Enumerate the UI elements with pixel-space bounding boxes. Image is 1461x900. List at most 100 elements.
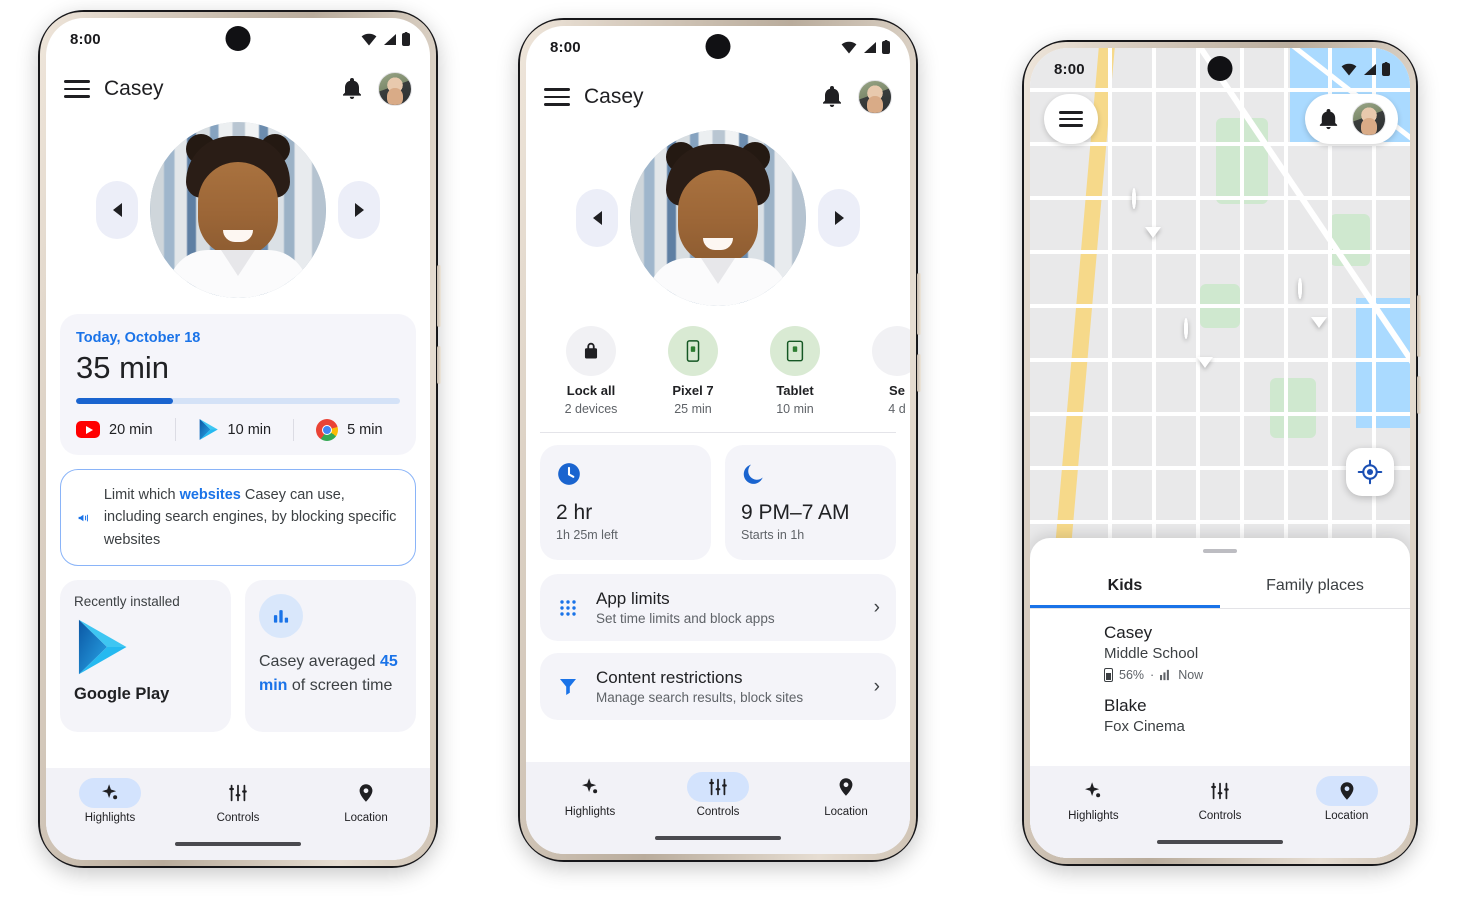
average-screen-time-card[interactable]: Casey averaged 45 min of screen time — [245, 580, 416, 733]
app-usage-list: 20 min 10 min 5 min — [76, 418, 400, 441]
device-sub: 2 devices — [564, 402, 618, 416]
location-pin-icon — [359, 784, 373, 802]
status-icons — [361, 32, 410, 46]
notification-bell-icon[interactable] — [1317, 108, 1340, 131]
device-name: Se — [889, 383, 905, 398]
avatar[interactable] — [858, 80, 892, 114]
divider — [540, 432, 896, 433]
signal-icon — [384, 33, 396, 45]
nav-pill — [559, 772, 621, 802]
lock-icon — [566, 326, 616, 376]
nav-item-controls[interactable]: Controls — [174, 778, 302, 824]
notification-bell-icon[interactable] — [340, 77, 364, 101]
device-partial[interactable]: Se 4 d — [846, 326, 910, 416]
map-pin-blake[interactable] — [1132, 188, 1174, 238]
app-usage-youtube: 20 min — [76, 421, 153, 438]
phone-2-screen: 8:00 Casey Lock all 2 devices Pixel 7 25… — [526, 26, 910, 854]
map-pin-casey[interactable] — [1184, 318, 1226, 368]
recently-installed-card[interactable]: Recently installed Google Play — [60, 580, 231, 733]
sheet-drag-handle[interactable] — [1203, 549, 1237, 553]
map-actions — [1305, 94, 1398, 144]
wifi-icon — [361, 33, 377, 45]
recently-installed-app-name: Google Play — [74, 685, 170, 704]
nav-item-location[interactable]: Location — [782, 772, 910, 818]
row-content-restrictions[interactable]: Content restrictions Manage search resul… — [540, 653, 896, 720]
tablet-device-icon — [770, 326, 820, 376]
bottom-nav: Highlights Controls Location — [1030, 766, 1410, 858]
avatar[interactable] — [1352, 102, 1386, 136]
google-play-icon — [78, 620, 127, 675]
sparkle-icon — [102, 784, 118, 800]
carousel-prev-button[interactable] — [96, 181, 138, 239]
filter-icon — [560, 678, 576, 695]
menu-icon[interactable] — [64, 80, 90, 98]
phone-2-controls: 8:00 Casey Lock all 2 devices Pixel 7 25… — [518, 18, 921, 862]
phone-1-highlights: 8:00 Casey Today, October 18 35 min 20 m… — [38, 10, 441, 868]
park-area — [1330, 214, 1370, 266]
nav-item-highlights[interactable]: Highlights — [1030, 776, 1157, 822]
carousel-prev-button[interactable] — [576, 189, 618, 247]
nav-pill — [78, 778, 141, 808]
nav-item-location[interactable]: Location — [302, 778, 430, 824]
child-avatar-casey[interactable] — [150, 122, 326, 298]
app-usage-time: 5 min — [347, 421, 383, 438]
nav-item-highlights[interactable]: Highlights — [526, 772, 654, 818]
nav-label: Highlights — [84, 812, 136, 824]
clock-icon — [558, 463, 580, 485]
nav-item-location[interactable]: Location — [1283, 776, 1410, 822]
nav-pill — [335, 778, 397, 808]
list-item-casey[interactable]: Casey Middle School 56% · Now — [1030, 609, 1410, 682]
tab-family-places[interactable]: Family places — [1220, 567, 1410, 608]
park-area — [1270, 378, 1316, 438]
signal-bars-icon — [1160, 669, 1170, 681]
promo-text: Limit which websites Casey can use, incl… — [103, 487, 397, 548]
device-pixel-7[interactable]: Pixel 7 25 min — [642, 326, 744, 416]
app-usage-time: 20 min — [109, 421, 153, 438]
nav-item-controls[interactable]: Controls — [1157, 776, 1284, 822]
websites-promo-card[interactable]: Limit which websites Casey can use, incl… — [60, 469, 416, 567]
child-avatar-casey[interactable] — [630, 130, 806, 306]
nav-item-highlights[interactable]: Highlights — [46, 778, 174, 824]
nav-pill — [1315, 776, 1378, 806]
daily-limit-card[interactable]: 2 hr 1h 25m left — [540, 445, 711, 560]
moon-icon — [743, 464, 763, 484]
nav-item-controls[interactable]: Controls — [654, 772, 782, 818]
camera-hole — [225, 26, 251, 51]
megaphone-icon — [78, 514, 88, 522]
row-text: App limits Set time limits and block app… — [596, 589, 858, 626]
menu-icon[interactable] — [544, 88, 570, 106]
avatar[interactable] — [378, 72, 412, 106]
device-name: Tablet — [776, 383, 814, 398]
nav-label: Controls — [216, 812, 260, 824]
google-play-icon — [199, 419, 218, 440]
chevron-left-icon — [592, 211, 602, 225]
tab-kids[interactable]: Kids — [1030, 567, 1220, 608]
avatar — [1048, 635, 1090, 677]
status-icons — [1341, 62, 1390, 76]
recently-installed-label: Recently installed — [74, 594, 180, 610]
nav-label: Location — [1324, 810, 1369, 822]
wifi-icon — [841, 41, 857, 53]
device-tablet[interactable]: Tablet 10 min — [744, 326, 846, 416]
recenter-button[interactable] — [1346, 448, 1394, 496]
list-item-blake[interactable]: Blake Fox Cinema — [1030, 682, 1410, 750]
home-indicator — [655, 835, 781, 840]
carousel-next-button[interactable] — [338, 181, 380, 239]
row-text: Content restrictions Manage search resul… — [596, 668, 858, 705]
notification-bell-icon[interactable] — [820, 85, 844, 109]
device-lock-all[interactable]: Lock all 2 devices — [540, 326, 642, 416]
bedtime-card[interactable]: 9 PM–7 AM Starts in 1h — [725, 445, 896, 560]
app-bar: Casey — [526, 68, 910, 124]
kid-name: Blake — [1104, 696, 1147, 715]
kid-info: Casey Middle School 56% · Now — [1104, 623, 1203, 682]
row-app-limits[interactable]: App limits Set time limits and block app… — [540, 574, 896, 641]
status-clock: 8:00 — [1054, 60, 1085, 78]
carousel-next-button[interactable] — [818, 189, 860, 247]
time-limit-cards: 2 hr 1h 25m left 9 PM–7 AM Starts in 1h — [526, 445, 910, 560]
signal-icon — [864, 41, 876, 53]
menu-icon[interactable] — [1044, 94, 1098, 144]
nav-label: Location — [824, 806, 868, 818]
map-pin-parent[interactable] — [1298, 278, 1340, 328]
screen-time-card[interactable]: Today, October 18 35 min 20 min 10 min 5… — [60, 314, 416, 455]
device-sub: 4 d — [888, 402, 906, 416]
